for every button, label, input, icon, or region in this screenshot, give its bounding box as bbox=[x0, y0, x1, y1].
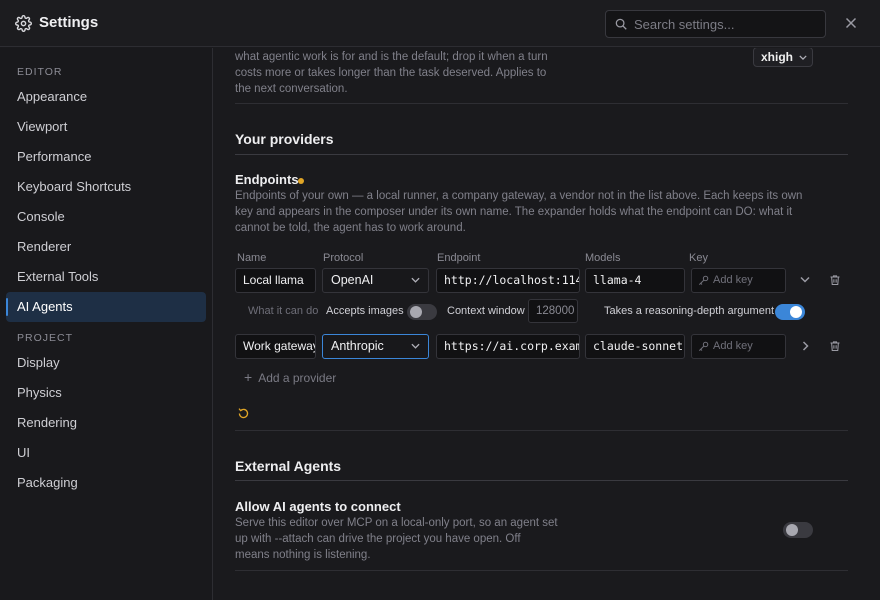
sidebar-item-viewport[interactable]: Viewport bbox=[6, 112, 206, 142]
column-header-endpoint: Endpoint bbox=[437, 252, 481, 264]
top-setting-line: the next conversation. bbox=[235, 83, 348, 95]
reasoning-effort-select[interactable]: xhigh bbox=[753, 48, 813, 67]
accepts-images-toggle[interactable] bbox=[407, 304, 437, 320]
api-key-placeholder: Add key bbox=[713, 340, 753, 352]
protocol-select[interactable]: Anthropic bbox=[322, 334, 429, 359]
chevron-down-icon[interactable] bbox=[800, 276, 810, 283]
add-provider-label: Add a provider bbox=[258, 371, 337, 385]
endpoints-title: Endpoints bbox=[235, 172, 299, 187]
reasoning-depth-toggle[interactable] bbox=[775, 304, 805, 320]
key-icon bbox=[699, 275, 709, 285]
toggle-knob bbox=[786, 524, 798, 536]
sidebar-item-renderer[interactable]: Renderer bbox=[6, 232, 206, 262]
trash-icon[interactable] bbox=[829, 274, 841, 286]
sidebar-item-packaging[interactable]: Packaging bbox=[6, 468, 206, 498]
sidebar-item-rendering[interactable]: Rendering bbox=[6, 408, 206, 438]
sidebar-item-ui[interactable]: UI bbox=[6, 438, 206, 468]
models-input[interactable]: claude-sonnet bbox=[585, 334, 685, 359]
allow-agents-title: Allow AI agents to connect bbox=[235, 499, 401, 514]
column-header-models: Models bbox=[585, 252, 621, 264]
provider-name-input[interactable]: Work gateway bbox=[235, 334, 316, 359]
close-icon[interactable] bbox=[843, 15, 859, 31]
sidebar-section-project: PROJECT bbox=[17, 332, 74, 344]
divider bbox=[235, 103, 848, 104]
allow-agents-description-line: means nothing is listening. bbox=[235, 549, 371, 561]
chevron-down-icon bbox=[411, 343, 420, 349]
context-window-label: Context window bbox=[447, 305, 525, 317]
divider bbox=[235, 430, 848, 431]
protocol-value: OpenAI bbox=[331, 273, 374, 287]
gear-icon bbox=[15, 15, 32, 32]
divider bbox=[235, 480, 848, 481]
top-setting-line: costs more or takes longer than the task… bbox=[235, 67, 547, 79]
reset-icon[interactable] bbox=[237, 407, 250, 420]
search-input[interactable] bbox=[634, 15, 819, 33]
sidebar-item-ai-agents[interactable]: AI Agents bbox=[6, 292, 206, 322]
api-key-placeholder: Add key bbox=[713, 274, 753, 286]
key-icon bbox=[699, 341, 709, 351]
providers-heading: Your providers bbox=[235, 131, 334, 147]
settings-panel: what agentic work is for and is the defa… bbox=[214, 48, 880, 600]
search-icon bbox=[615, 18, 627, 30]
reasoning-depth-label: Takes a reasoning-depth argument bbox=[604, 305, 774, 317]
provider-name-input[interactable]: Local llama bbox=[235, 268, 316, 293]
chevron-right-icon[interactable] bbox=[802, 341, 809, 351]
column-header-key: Key bbox=[689, 252, 708, 264]
divider bbox=[235, 570, 848, 571]
chevron-down-icon bbox=[799, 55, 807, 60]
protocol-select[interactable]: OpenAI bbox=[322, 268, 429, 293]
plus-icon: + bbox=[244, 369, 253, 385]
sidebar-item-appearance[interactable]: Appearance bbox=[6, 82, 206, 112]
sidebar-item-performance[interactable]: Performance bbox=[6, 142, 206, 172]
endpoint-url-input[interactable]: http://localhost:11434 bbox=[436, 268, 580, 293]
models-input[interactable]: llama-4 bbox=[585, 268, 685, 293]
api-key-input[interactable]: Add key bbox=[691, 268, 786, 293]
modified-dot-icon bbox=[298, 178, 304, 184]
endpoint-url-input[interactable]: https://ai.corp.example.com bbox=[436, 334, 580, 359]
endpoints-description-line: Endpoints of your own — a local runner, … bbox=[235, 190, 803, 202]
allow-agents-description-line: up with --attach can drive the project y… bbox=[235, 533, 521, 545]
search-box[interactable] bbox=[605, 10, 826, 38]
sidebar-item-keyboard-shortcuts[interactable]: Keyboard Shortcuts bbox=[6, 172, 206, 202]
allow-agents-description-line: Serve this editor over MCP on a local-on… bbox=[235, 517, 558, 529]
divider bbox=[235, 154, 848, 155]
capabilities-label: What it can do bbox=[248, 305, 319, 317]
endpoints-description: Endpoints of your own — a local runner, … bbox=[235, 188, 855, 236]
toggle-knob bbox=[790, 306, 802, 318]
context-window-input[interactable]: 128000 bbox=[528, 299, 578, 323]
endpoints-description-line: cannot be told, the agent has to work ar… bbox=[235, 222, 466, 234]
allow-agents-toggle[interactable] bbox=[783, 522, 813, 538]
reasoning-effort-value: xhigh bbox=[761, 50, 793, 64]
protocol-value: Anthropic bbox=[331, 339, 384, 353]
sidebar: EDITOR Appearance Viewport Performance K… bbox=[0, 48, 213, 600]
endpoints-description-line: key and appears in the composer under it… bbox=[235, 206, 793, 218]
window-title: Settings bbox=[39, 14, 99, 31]
external-agents-heading: External Agents bbox=[235, 458, 342, 474]
sidebar-item-display[interactable]: Display bbox=[6, 348, 206, 378]
title-bar: Settings bbox=[0, 0, 880, 47]
chevron-down-icon bbox=[411, 277, 420, 283]
top-setting-line: what agentic work is for and is the defa… bbox=[235, 51, 548, 63]
add-provider-button[interactable]: + Add a provider bbox=[244, 369, 336, 385]
column-header-protocol: Protocol bbox=[323, 252, 364, 264]
sidebar-item-external-tools[interactable]: External Tools bbox=[6, 262, 206, 292]
api-key-input[interactable]: Add key bbox=[691, 334, 786, 359]
trash-icon[interactable] bbox=[829, 340, 841, 352]
toggle-knob bbox=[410, 306, 422, 318]
allow-agents-description: Serve this editor over MCP on a local-on… bbox=[235, 515, 595, 563]
sidebar-item-console[interactable]: Console bbox=[6, 202, 206, 232]
column-header-name: Name bbox=[237, 252, 267, 264]
sidebar-item-physics[interactable]: Physics bbox=[6, 378, 206, 408]
top-setting-description: what agentic work is for and is the defa… bbox=[235, 49, 595, 97]
sidebar-section-editor: EDITOR bbox=[17, 66, 63, 78]
accepts-images-label: Accepts images bbox=[326, 305, 404, 317]
